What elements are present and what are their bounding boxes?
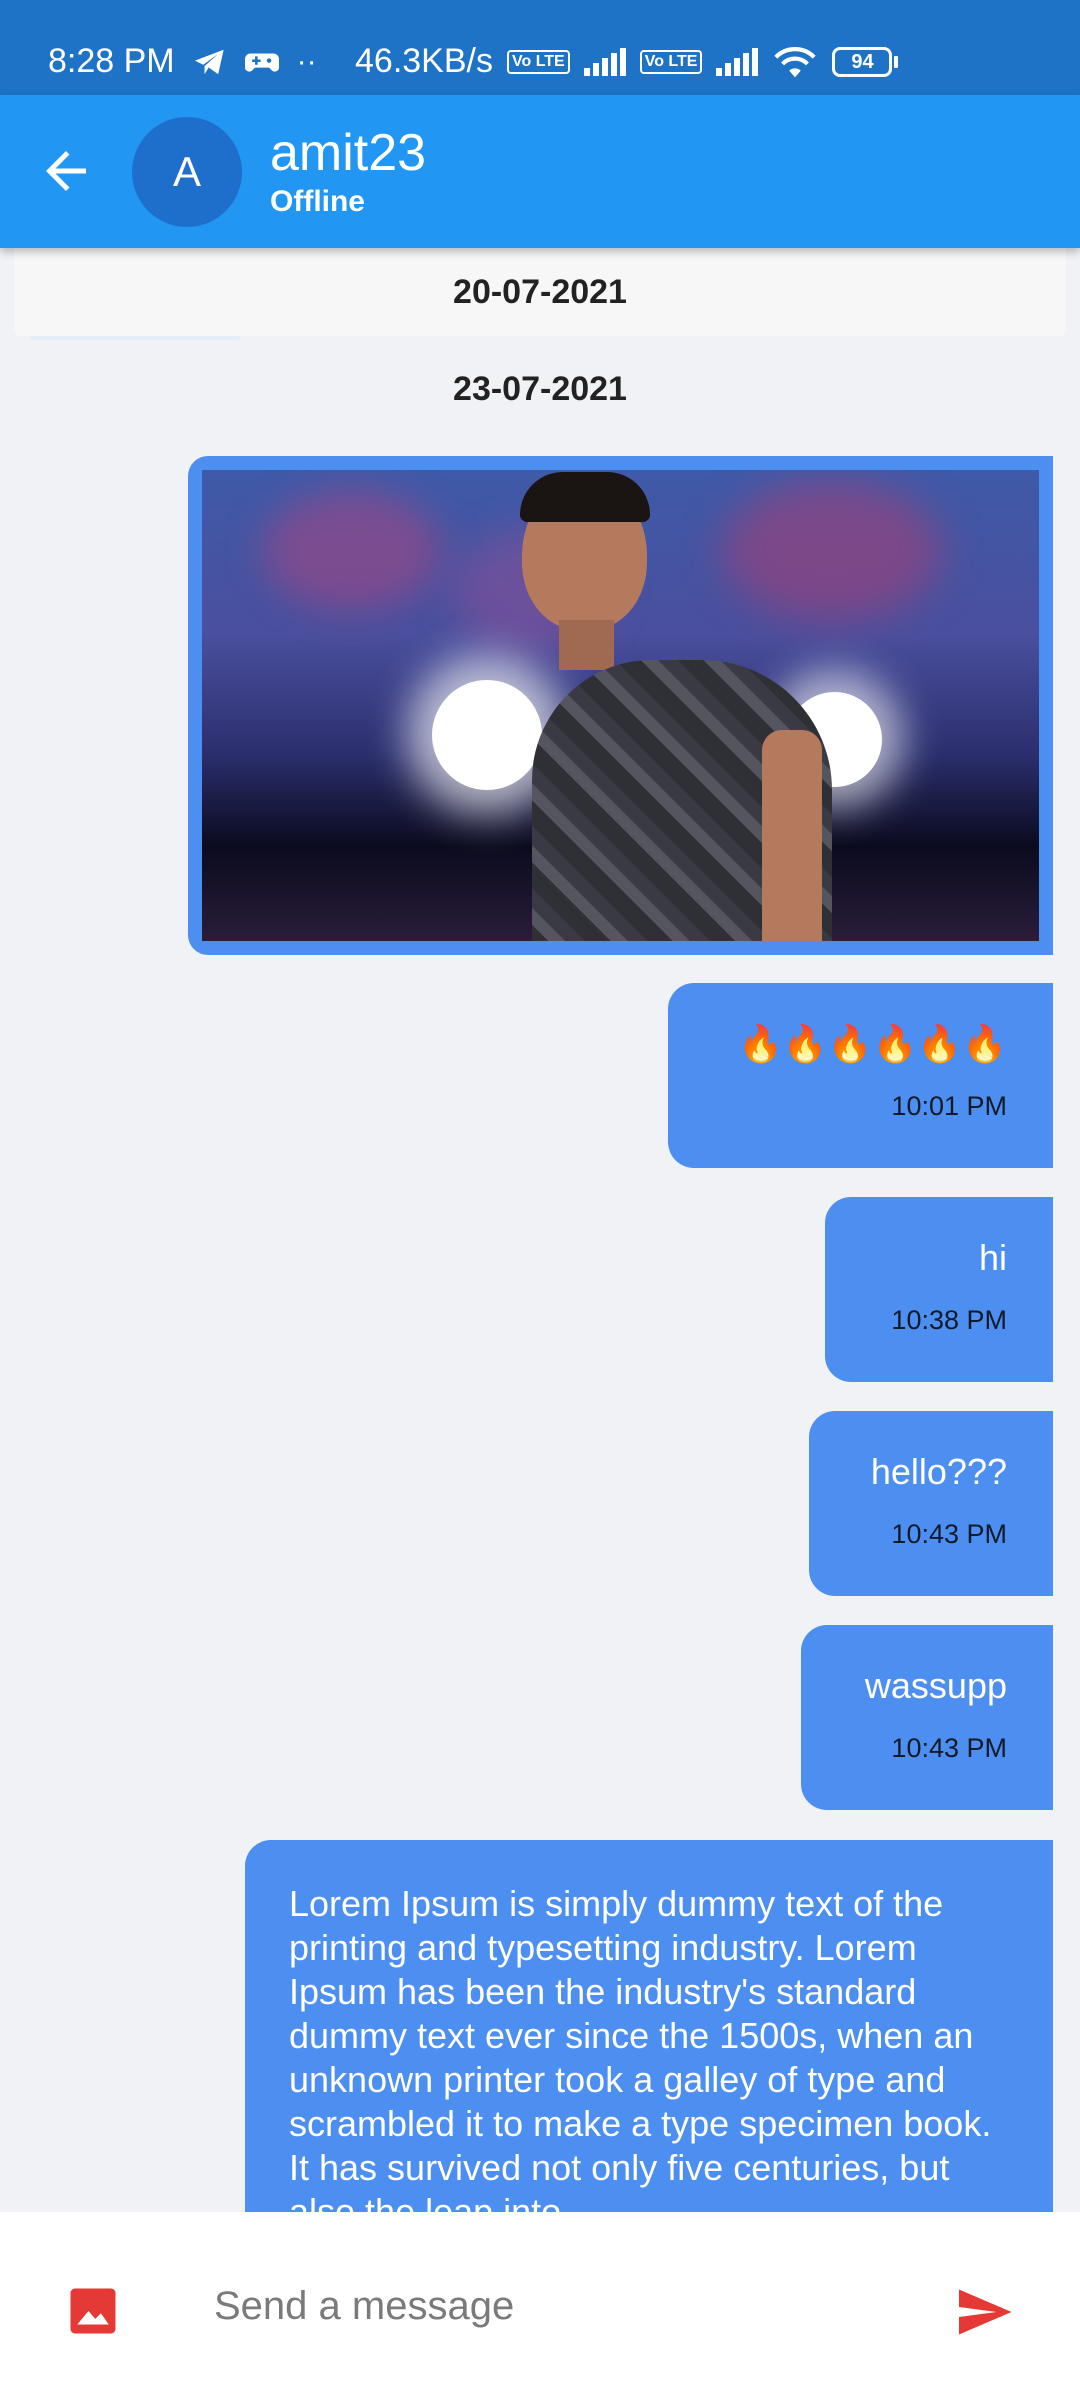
image-message[interactable] [188, 456, 1053, 955]
message-time: 10:43 PM [891, 1733, 1007, 1763]
battery-icon: 94 [832, 46, 899, 77]
message-time: 10:01 PM [891, 1091, 1007, 1121]
message-time: 10:38 PM [891, 1305, 1007, 1335]
message-peek [30, 336, 240, 340]
volte-icon: Vo LTE [506, 49, 570, 74]
message-text: hello??? [870, 1451, 1007, 1492]
telegram-icon [194, 49, 224, 74]
volte-icon-2: Vo LTE [639, 49, 703, 74]
message-text: 🔥🔥🔥🔥🔥🔥 [738, 1023, 1007, 1064]
network-speed: 46.3KB/s [355, 42, 493, 80]
message-bubble[interactable]: hi 10:38 PM [825, 1197, 1053, 1382]
message-time: 10:43 PM [891, 1519, 1007, 1549]
message-bubble[interactable]: wassupp 10:43 PM [801, 1625, 1053, 1810]
message-bubble[interactable]: 🔥🔥🔥🔥🔥🔥 10:01 PM [668, 983, 1053, 1168]
more-notifications-icon: ·· [296, 44, 317, 78]
wifi-icon [774, 46, 817, 77]
message-input[interactable] [214, 2266, 914, 2346]
game-controller-icon [244, 53, 279, 72]
send-icon[interactable] [952, 2282, 1016, 2342]
signal-icon-2 [716, 47, 759, 76]
avatar[interactable]: A [132, 117, 242, 227]
signal-icon [583, 47, 626, 76]
battery-level: 94 [832, 46, 893, 77]
date-separator: 23-07-2021 [453, 370, 627, 408]
status-time: 8:28 PM [48, 42, 175, 80]
message-text: hi [978, 1237, 1007, 1278]
date-header: 20-07-2021 [14, 248, 1066, 340]
shared-photo[interactable] [202, 470, 1039, 941]
message-bubble-long[interactable]: Lorem Ipsum is simply dummy text of the … [245, 1840, 1053, 2260]
contact-name[interactable]: amit23 [270, 123, 426, 183]
chat-header: A amit23 Offline [0, 95, 1080, 248]
status-bar: 8:28 PM ·· 46.3KB/s Vo LTE Vo LTE 94 [0, 0, 1080, 95]
image-gallery-icon[interactable] [66, 2284, 120, 2338]
date-label: 20-07-2021 [453, 273, 627, 311]
message-composer [0, 2212, 1080, 2400]
back-arrow-icon[interactable] [36, 141, 96, 201]
message-text: Lorem Ipsum is simply dummy text of the … [289, 1883, 992, 2232]
message-bubble[interactable]: hello??? 10:43 PM [809, 1411, 1053, 1596]
message-text: wassupp [864, 1665, 1007, 1706]
contact-status: Offline [270, 185, 365, 218]
